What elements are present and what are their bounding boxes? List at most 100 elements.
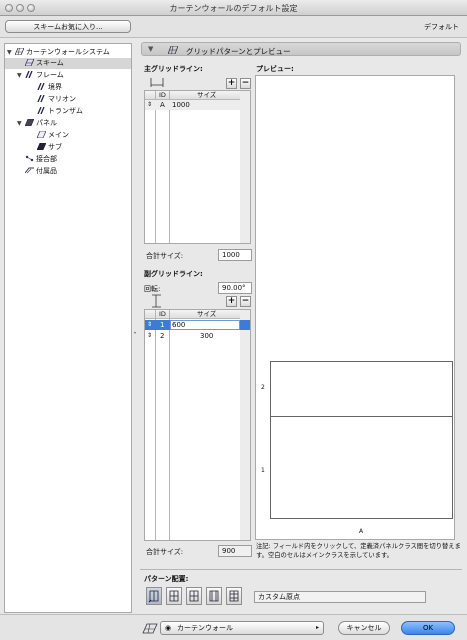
curtain-wall-icon: [142, 622, 158, 634]
toolbar: スキームお気に入り... デフォルト: [0, 16, 467, 38]
table-row[interactable]: ⇕ 1 600: [145, 320, 250, 330]
preview-canvas[interactable]: 2 1 A: [255, 75, 455, 540]
title-bar: カーテンウォールのデフォルト設定: [0, 0, 467, 16]
sub-total-label: 合計サイズ:: [146, 548, 184, 556]
tree-item-accessory[interactable]: 付属品: [24, 166, 57, 177]
tree-item-junction[interactable]: 接合部: [25, 154, 57, 165]
remove-sub-grid-button[interactable]: −: [240, 296, 251, 307]
pattern-origin-button[interactable]: [206, 587, 222, 605]
row-size-input[interactable]: 600: [170, 320, 240, 330]
preview-row-label: 1: [261, 467, 265, 474]
panel-icon: [24, 118, 35, 127]
tree-item-mullion[interactable]: マリオン: [37, 94, 76, 105]
tree-item-label: パネル: [36, 119, 57, 127]
remove-main-grid-button[interactable]: −: [240, 78, 251, 89]
panel-icon: [36, 130, 47, 139]
pattern-title: パターン配置:: [144, 575, 189, 583]
grid-pattern-icon: [167, 45, 179, 56]
tree-item-label: フレーム: [36, 71, 64, 79]
table-header: ID サイズ: [145, 310, 250, 319]
add-sub-grid-button[interactable]: +: [226, 296, 237, 307]
disclosure-triangle-icon[interactable]: ▼: [17, 70, 25, 81]
table-row[interactable]: ⇕ 2 300: [145, 331, 240, 341]
junction-icon: [25, 155, 34, 162]
drag-handle-icon[interactable]: ⇕: [147, 100, 152, 110]
sub-total-field: 900: [218, 545, 252, 557]
preview-note: 注記: フィールド内をクリックして、定義済パネルクラス間を切り替えます。空白のセ…: [256, 543, 461, 559]
tree-item-label: マリオン: [48, 95, 76, 103]
tree-item-label: 付属品: [36, 167, 57, 175]
row-size[interactable]: 300: [200, 331, 213, 341]
preview-grid-line: [271, 416, 452, 417]
row-id: A: [160, 101, 165, 109]
drag-handle-icon[interactable]: ⇕: [147, 320, 152, 330]
tree-item-transom[interactable]: トランザム: [37, 106, 83, 117]
preview-col-label: A: [359, 528, 364, 535]
curtain-wall-icon: [14, 47, 25, 56]
preview-title: プレビュー:: [256, 65, 294, 73]
pattern-origin-field: カスタム原点: [254, 591, 426, 603]
frame-icon: [37, 106, 46, 115]
section-header[interactable]: ▼ グリッドパターンとプレビュー: [141, 42, 461, 56]
row-id: 2: [160, 332, 165, 340]
default-label: デフォルト: [424, 23, 459, 31]
tree-item-boundary[interactable]: 境界: [37, 82, 62, 93]
tree-item-sub-panel[interactable]: サブ: [36, 142, 62, 153]
main-grid-table: ID サイズ ⇕ A 1000: [144, 90, 251, 244]
pattern-origin-button[interactable]: [186, 587, 202, 605]
pattern-origin-button[interactable]: [166, 587, 182, 605]
disclosure-triangle-icon[interactable]: ▼: [7, 47, 15, 58]
tree-item-label: サブ: [48, 143, 62, 151]
horizontal-size-icon: [150, 76, 164, 88]
sub-grid-title: 副グリッドライン:: [144, 270, 203, 278]
tree-item-panel[interactable]: ▼ パネル: [17, 118, 57, 129]
preview-grid[interactable]: [270, 361, 453, 519]
column-header-id: ID: [159, 310, 166, 318]
pattern-origin-custom-button[interactable]: [146, 587, 162, 605]
splitter-handle[interactable]: •: [133, 330, 137, 350]
tree-item-label: カーテンウォールシステム: [26, 48, 110, 56]
table-header: ID サイズ: [145, 91, 250, 100]
column-header-size: サイズ: [197, 310, 217, 318]
tree-item-frame[interactable]: ▼ フレーム: [17, 70, 64, 81]
preview-row-label: 2: [261, 384, 265, 391]
tree-item-label: スキーム: [36, 59, 64, 67]
pattern-origin-button[interactable]: [226, 587, 242, 605]
tree-item-label: 接合部: [36, 155, 57, 163]
column-header-id: ID: [159, 91, 166, 99]
panel-icon: [36, 142, 47, 151]
section-title: グリッドパターンとプレビュー: [186, 47, 291, 56]
tree-item-label: メイン: [48, 131, 69, 139]
tree-item-scheme[interactable]: スキーム: [5, 58, 131, 69]
settings-tree: ▼ カーテンウォールシステム スキーム ▼ フレーム 境界 マリオン トランザム ▼…: [4, 43, 132, 613]
rotation-label: 回転:: [144, 285, 161, 293]
view-selector[interactable]: ◉ カーテンウォール ▸: [160, 621, 324, 635]
table-row[interactable]: ⇕ A 1000: [145, 100, 240, 110]
tree-item-main-panel[interactable]: メイン: [36, 130, 69, 141]
collapse-triangle-icon[interactable]: ▼: [148, 45, 153, 53]
vertical-size-icon: [150, 294, 162, 308]
tree-item-label: 境界: [48, 83, 62, 91]
rotation-input[interactable]: 90.00°: [218, 282, 252, 294]
dropdown-arrow-icon: ▸: [316, 624, 320, 631]
favorites-button[interactable]: スキームお気に入り...: [5, 20, 131, 33]
tree-item-curtain-wall-system[interactable]: ▼ カーテンウォールシステム: [7, 47, 129, 58]
row-id: 1: [160, 321, 165, 329]
main-total-label: 合計サイズ:: [146, 252, 184, 260]
accessory-icon: [24, 167, 34, 174]
row-size[interactable]: 1000: [172, 100, 190, 110]
frame-icon: [37, 94, 46, 103]
disclosure-triangle-icon[interactable]: ▼: [17, 118, 25, 129]
ok-button[interactable]: OK: [401, 621, 455, 635]
eye-icon: ◉: [165, 624, 172, 632]
drag-handle-icon[interactable]: ⇕: [147, 331, 152, 341]
tree-item-label: トランザム: [48, 107, 83, 115]
cancel-button[interactable]: キャンセル: [338, 621, 390, 635]
frame-icon: [37, 82, 46, 91]
window-title: カーテンウォールのデフォルト設定: [169, 4, 298, 13]
main-grid-title: 主グリッドライン:: [144, 65, 203, 73]
column-header-size: サイズ: [197, 91, 217, 99]
add-main-grid-button[interactable]: +: [226, 78, 237, 89]
scheme-icon: [24, 58, 35, 67]
bottom-bar: ◉ カーテンウォール ▸ キャンセル OK: [0, 614, 467, 640]
